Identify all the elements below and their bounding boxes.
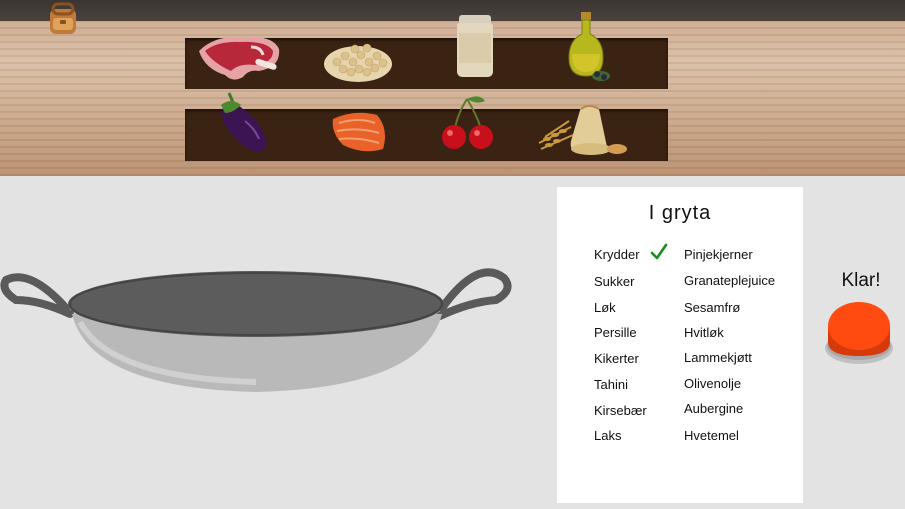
done-label: Klar! [841,270,881,291]
done-button[interactable] [822,298,896,372]
pot-item: Lammekjøtt [684,350,752,365]
pot-item: Hvitløk [684,325,724,340]
pot-item: Granateplejuice [684,273,776,288]
chickpeas-icon[interactable] [323,40,393,84]
salmon-icon[interactable] [329,109,391,155]
pot-item: Tahini [594,377,628,392]
kitchen-wall [0,0,905,176]
olive-oil-icon[interactable] [563,10,615,86]
cherries-icon[interactable] [439,95,497,153]
pot-item: Persille [594,325,637,340]
lamb-meat-icon[interactable] [195,33,283,85]
pot-item: Aubergine [684,401,744,416]
eggplant-icon[interactable] [215,87,271,155]
shelf-bottom [185,92,668,161]
pot-item: Laks [594,428,622,443]
pot-title: I gryta [648,202,712,224]
backpack-icon[interactable] [44,0,82,36]
tahini-jar-icon[interactable] [453,13,497,79]
pot-item: Kikerter [594,351,639,366]
pan[interactable] [0,258,520,398]
pot-item: Løk [594,300,616,315]
checkmark-icon [650,243,668,260]
pot-item: Olivenolje [684,376,742,391]
pot-item: Hvetemel [684,428,739,443]
pot-item: Sukker [594,274,635,289]
pot-item: Sesamfrø [684,300,741,315]
wheat-flour-icon[interactable] [535,99,629,157]
shelf-top [185,12,668,89]
pot-item: Kirsebær [594,403,647,418]
pot-contents-panel: I gryta Krydder Sukker Løk Persille Kike… [557,187,803,503]
pot-item: Pinjekjerner [684,247,753,262]
pot-item: Krydder [594,247,640,262]
